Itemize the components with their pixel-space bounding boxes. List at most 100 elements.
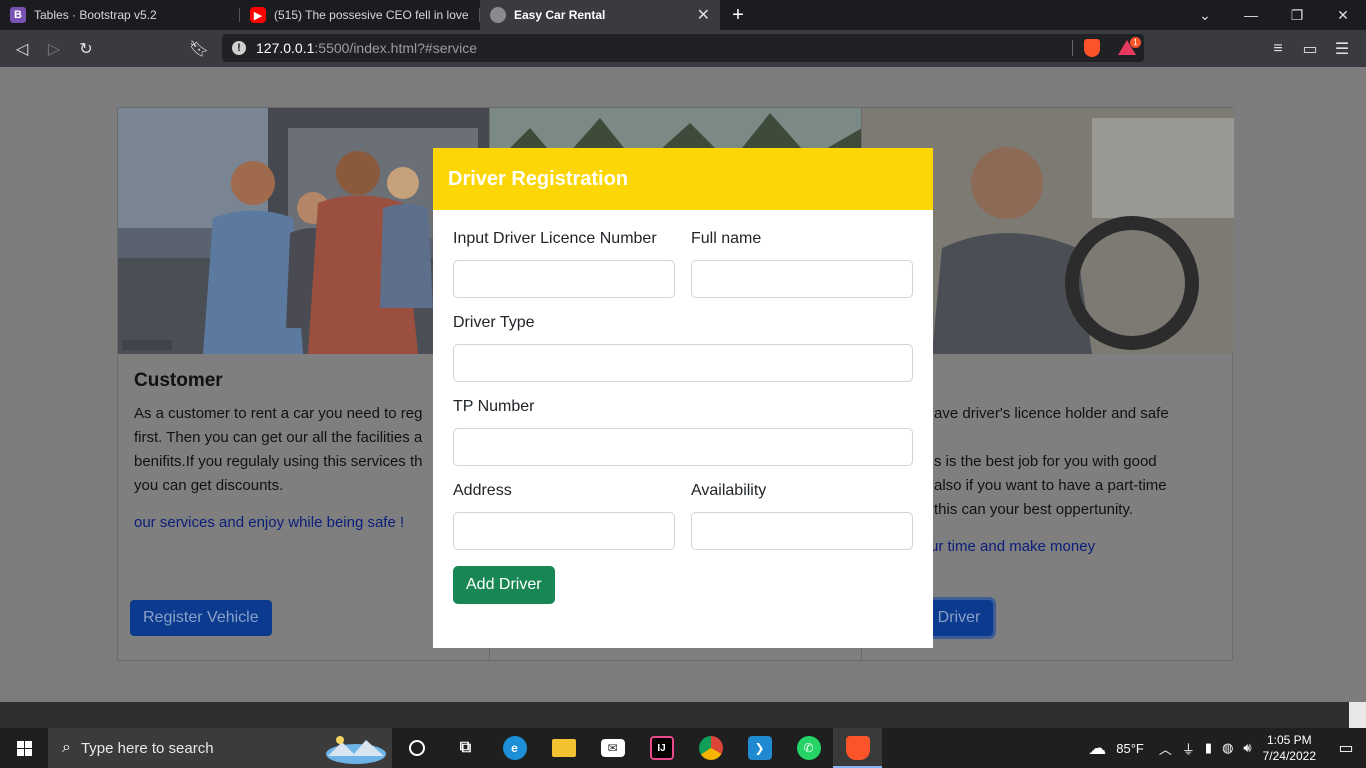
address-label: Address [453, 482, 512, 499]
battery-icon[interactable]: ▮ [1205, 740, 1212, 756]
edge-button[interactable]: e [490, 728, 539, 768]
playlist-icon[interactable]: ≡ [1262, 34, 1294, 64]
wallet-icon[interactable]: ▭ [1294, 34, 1326, 64]
scrollbar[interactable] [1349, 702, 1366, 728]
tab-title: Easy Car Rental [514, 8, 606, 22]
forward-icon[interactable]: ▷ [38, 34, 70, 64]
card-title: Customer [134, 370, 223, 391]
start-button[interactable] [0, 728, 48, 768]
globe-icon [490, 7, 506, 23]
whatsapp-icon: ✆ [796, 736, 821, 760]
chrome-button[interactable] [686, 728, 735, 768]
intellij-button[interactable]: IJ [637, 728, 686, 768]
mail-button[interactable]: ✉ [588, 728, 637, 768]
brave-button[interactable] [833, 728, 882, 768]
site-info-icon[interactable]: ! [232, 41, 246, 55]
weather-icon[interactable]: ☁ [1088, 738, 1106, 759]
windows-taskbar: ⌕ Type here to search ⧉ e ✉ IJ ❯ ✆ ☁ 85°… [0, 728, 1366, 768]
form-row: Input Driver Licence Number Full name [453, 230, 913, 298]
form-group: Full name [691, 230, 913, 298]
clock-date: 7/24/2022 [1262, 749, 1316, 763]
licence-label: Input Driver Licence Number [453, 230, 657, 247]
youtube-icon: ▶ [250, 7, 266, 23]
form-group: Availability [691, 482, 913, 550]
card-text-line: s is the best job for you with good [934, 453, 1157, 470]
tab-bootstrap[interactable]: B Tables · Bootstrap v5.2 [0, 0, 240, 30]
usb-icon[interactable]: ⏚ [1182, 739, 1195, 758]
volume-icon[interactable]: 🔊︎ [1243, 740, 1251, 756]
restore-icon[interactable]: ❐ [1274, 7, 1320, 24]
window-controls: ⌄ — ❐ ✕ [1182, 0, 1366, 30]
tp-number-label: TP Number [453, 398, 535, 415]
rewards-badge: 1 [1130, 37, 1141, 48]
new-tab-button[interactable]: + [720, 0, 756, 30]
cortana-button[interactable] [392, 728, 441, 768]
modal-title: Driver Registration [448, 167, 629, 190]
card-text-line: also if you want to have a part-time [934, 477, 1167, 494]
close-window-icon[interactable]: ✕ [1320, 7, 1366, 24]
tab-easy-car-rental[interactable]: Easy Car Rental ✕ [480, 0, 720, 30]
edge-icon: e [502, 736, 527, 760]
menu-icon[interactable]: ☰ [1326, 34, 1358, 64]
availability-input[interactable] [691, 512, 913, 550]
tab-search-chevron-icon[interactable]: ⌄ [1182, 7, 1228, 24]
tab-title: Tables · Bootstrap v5.2 [34, 8, 157, 22]
intellij-icon: IJ [649, 736, 674, 760]
network-icon[interactable]: ◍ [1222, 740, 1233, 756]
add-driver-button[interactable]: Add Driver [453, 566, 555, 604]
form-row: Address Availability [453, 482, 913, 550]
url-host: 127.0.0.1 [256, 40, 315, 56]
minimize-icon[interactable]: — [1228, 7, 1274, 23]
taskbar-search[interactable]: ⌕ Type here to search [48, 728, 392, 768]
tab-youtube[interactable]: ▶ (515) The possesive CEO fell in love w… [240, 0, 480, 30]
tp-number-input[interactable] [453, 428, 913, 466]
full-name-input[interactable] [691, 260, 913, 298]
driver-type-input[interactable] [453, 344, 913, 382]
search-icon: ⌕ [62, 739, 71, 756]
card-text-line [934, 426, 1218, 450]
register-vehicle-button[interactable]: Register Vehicle [130, 600, 272, 636]
mail-icon: ✉ [600, 739, 625, 757]
url-path: :5500/index.html?#service [314, 40, 478, 56]
bootstrap-icon: B [10, 7, 26, 23]
licence-number-input[interactable] [453, 260, 675, 298]
vscode-icon: ❯ [747, 736, 772, 760]
tab-title: (515) The possesive CEO fell in love wi [274, 8, 470, 22]
toolbar-right: ≡ ▭ ☰ [1262, 34, 1358, 64]
address-input[interactable] [453, 512, 675, 550]
whatsapp-button[interactable]: ✆ [784, 728, 833, 768]
card-text: As a customer to rent a car you need to … [134, 402, 473, 498]
bookmark-icon[interactable]: 🔖︎ [183, 34, 215, 64]
weather-temp[interactable]: 85°F [1116, 741, 1144, 756]
page-footer [0, 702, 1366, 728]
driver-type-label: Driver Type [453, 314, 535, 331]
clock[interactable]: 1:05 PM 7/24/2022 [1263, 732, 1316, 764]
brave-shields-icon[interactable] [1084, 39, 1100, 57]
card-text-line: you can get discounts. [134, 477, 284, 494]
reload-icon[interactable]: ↻ [70, 34, 102, 64]
card-text-line: benifits.If you regulaly using this serv… [134, 453, 423, 470]
form-group: Driver Type [453, 314, 913, 382]
browser-toolbar: ◁ ▷ ↻ 🔖︎ ! 127.0.0.1 :5500/index.html?#s… [0, 30, 1366, 67]
search-placeholder: Type here to search [80, 739, 214, 757]
card-text-line: ave driver's licence holder and safe [934, 405, 1169, 422]
task-view-icon: ⧉ [459, 739, 472, 756]
search-highlight-icon [320, 732, 392, 766]
card-text-line: As a customer to rent a car you need to … [134, 405, 423, 422]
brave-icon [845, 736, 870, 760]
clock-time: 1:05 PM [1266, 733, 1312, 747]
close-tab-icon[interactable]: ✕ [697, 5, 710, 25]
tray-chevron-icon[interactable]: ︿ [1159, 739, 1172, 758]
task-view-button[interactable]: ⧉ [441, 728, 490, 768]
file-explorer-button[interactable] [539, 728, 588, 768]
back-icon[interactable]: ◁ [6, 34, 38, 64]
vscode-button[interactable]: ❯ [735, 728, 784, 768]
windows-logo-icon [16, 740, 32, 756]
card-text-line: this can your best oppertunity. [934, 501, 1133, 518]
form-row: TP Number [453, 398, 913, 466]
card-link[interactable]: our services and enjoy while being safe … [134, 514, 473, 531]
address-bar[interactable]: ! 127.0.0.1 :5500/index.html?#service 1 [222, 34, 1144, 62]
form-group: TP Number [453, 398, 913, 466]
notifications-icon[interactable]: ▭ [1326, 738, 1366, 758]
card-text-line: first. Then you can get our all the faci… [134, 429, 423, 446]
